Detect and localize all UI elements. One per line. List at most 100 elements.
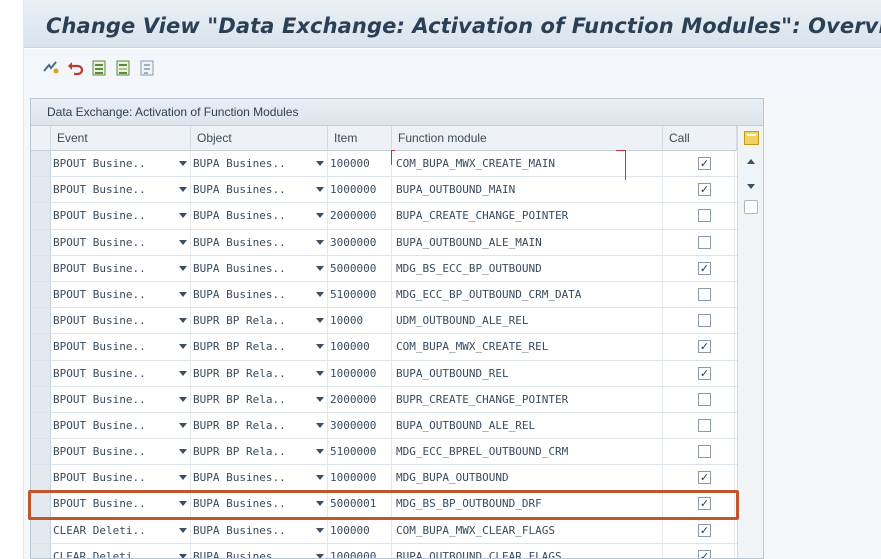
object-cell[interactable]: BUPA Busines.. bbox=[191, 203, 328, 229]
dropdown-icon[interactable] bbox=[179, 161, 187, 166]
item-cell[interactable]: 100000 bbox=[328, 517, 392, 543]
item-cell[interactable]: 5000001 bbox=[328, 491, 392, 517]
row-selector[interactable] bbox=[31, 439, 51, 465]
call-checkbox[interactable] bbox=[698, 418, 711, 432]
column-header-function-module[interactable]: Function module bbox=[392, 126, 663, 151]
dropdown-icon[interactable] bbox=[179, 318, 187, 324]
item-cell[interactable]: 1000000 bbox=[328, 360, 392, 386]
function-module-cell[interactable]: UDM_OUTBOUND_ALE_REL bbox=[392, 308, 663, 334]
function-module-cell[interactable]: BUPA_CREATE_CHANGE_POINTER bbox=[392, 203, 663, 229]
object-cell[interactable]: BUPR BP Rela.. bbox=[191, 334, 328, 360]
event-cell[interactable]: CLEAR Deleti.. bbox=[51, 543, 191, 558]
dropdown-icon[interactable] bbox=[316, 344, 324, 350]
row-selector[interactable] bbox=[31, 203, 51, 229]
dropdown-icon[interactable] bbox=[179, 501, 187, 507]
table-row[interactable]: BPOUT Busine.. BUPR BP Rela.. 3000000 BUPA_… bbox=[31, 412, 763, 440]
undo-icon[interactable] bbox=[66, 59, 84, 77]
scroll-down-icon[interactable] bbox=[747, 184, 755, 189]
function-module-cell[interactable]: MDG_ECC_BP_OUTBOUND_CRM_DATA bbox=[392, 281, 663, 308]
dropdown-icon[interactable] bbox=[179, 370, 187, 376]
dropdown-icon[interactable] bbox=[316, 396, 324, 402]
object-cell[interactable]: BUPA Busines.. bbox=[191, 177, 328, 203]
row-selector[interactable] bbox=[31, 334, 51, 360]
function-module-cell[interactable]: COM_BUPA_MWX_CLEAR_FLAGS bbox=[392, 517, 663, 543]
dropdown-icon[interactable] bbox=[316, 161, 324, 166]
event-cell[interactable]: BPOUT Busine.. bbox=[51, 151, 191, 177]
item-cell[interactable]: 3000000 bbox=[328, 412, 392, 439]
table-settings-icon[interactable] bbox=[744, 131, 759, 145]
dropdown-icon[interactable] bbox=[316, 370, 324, 376]
object-cell[interactable]: BUPR BP Rela.. bbox=[191, 308, 328, 334]
call-checkbox[interactable] bbox=[698, 392, 711, 406]
row-selector[interactable] bbox=[31, 517, 51, 543]
event-cell[interactable]: BPOUT Busine.. bbox=[51, 491, 191, 517]
object-cell[interactable]: BUPR BP Rela.. bbox=[191, 360, 328, 386]
row-selector[interactable] bbox=[31, 308, 51, 334]
dropdown-icon[interactable] bbox=[179, 344, 187, 350]
table-row[interactable]: CLEAR Deleti.. BUPA Busines.. 100000 COM_BU… bbox=[31, 517, 763, 544]
dropdown-icon[interactable] bbox=[316, 422, 324, 428]
function-module-cell[interactable]: BUPA_OUTBOUND_ALE_REL bbox=[392, 412, 663, 439]
table-row[interactable]: BPOUT Busine.. BUPA Busines.. 100000 COM_BU… bbox=[31, 151, 763, 178]
item-cell[interactable]: 100000 bbox=[328, 334, 392, 360]
column-header-item[interactable]: Item bbox=[328, 126, 392, 151]
table-row[interactable]: BPOUT Busine.. BUPA Busines.. 2000000 BUPA_… bbox=[31, 203, 763, 230]
dropdown-icon[interactable] bbox=[179, 527, 187, 533]
object-cell[interactable]: BUPA Busines.. bbox=[191, 255, 328, 281]
dropdown-icon[interactable] bbox=[179, 553, 187, 558]
row-selector[interactable] bbox=[31, 465, 51, 491]
event-cell[interactable]: BPOUT Busine.. bbox=[51, 255, 191, 281]
item-cell[interactable]: 10000 bbox=[328, 308, 392, 334]
row-selector[interactable] bbox=[31, 177, 51, 203]
table-row[interactable]: BPOUT Busine.. BUPA Busines.. 1000000 MDG_B… bbox=[31, 465, 763, 492]
scroll-up-icon[interactable] bbox=[747, 159, 755, 164]
call-checkbox[interactable] bbox=[698, 314, 711, 328]
call-checkbox[interactable]: ✓ bbox=[698, 497, 711, 511]
table-row[interactable]: CLEAR Deleti.. BUPA Busines.. 1000000 BUPA_… bbox=[31, 543, 763, 558]
row-selector[interactable] bbox=[31, 491, 51, 517]
function-module-cell[interactable]: BUPA_OUTBOUND_MAIN bbox=[392, 177, 663, 203]
item-cell[interactable]: 1000000 bbox=[328, 465, 392, 491]
dropdown-icon[interactable] bbox=[179, 449, 187, 455]
dropdown-icon[interactable] bbox=[316, 318, 324, 324]
function-module-cell[interactable]: BUPR_CREATE_CHANGE_POINTER bbox=[392, 386, 663, 412]
scroll-thumb[interactable] bbox=[744, 200, 758, 214]
object-cell[interactable]: BUPA Busines.. bbox=[191, 465, 328, 491]
other-entry-icon[interactable] bbox=[42, 59, 60, 77]
vertical-scrollbar[interactable] bbox=[737, 126, 763, 558]
item-cell[interactable]: 100000 bbox=[328, 151, 392, 177]
dropdown-icon[interactable] bbox=[316, 291, 324, 297]
call-checkbox[interactable]: ✓ bbox=[698, 157, 711, 170]
dropdown-icon[interactable] bbox=[316, 239, 324, 245]
select-all-cell[interactable] bbox=[31, 126, 51, 151]
event-cell[interactable]: BPOUT Busine.. bbox=[51, 412, 191, 439]
dropdown-icon[interactable] bbox=[179, 187, 187, 193]
select-block-icon[interactable] bbox=[115, 59, 133, 77]
dropdown-icon[interactable] bbox=[179, 213, 187, 219]
row-selector[interactable] bbox=[31, 229, 51, 255]
function-module-cell[interactable]: COM_BUPA_MWX_CREATE_REL bbox=[392, 334, 663, 360]
table-row[interactable]: BPOUT Busine.. BUPR BP Rela.. 1000000 BUPA_… bbox=[31, 360, 763, 387]
call-checkbox[interactable]: ✓ bbox=[698, 183, 711, 197]
table-row[interactable]: BPOUT Busine.. BUPA Busines.. 5100000 MDG_E… bbox=[31, 281, 763, 309]
call-checkbox[interactable]: ✓ bbox=[698, 340, 711, 354]
object-cell[interactable]: BUPR BP Rela.. bbox=[191, 386, 328, 412]
call-checkbox[interactable] bbox=[698, 209, 711, 223]
function-module-cell[interactable]: BUPA_OUTBOUND_CLEAR_FLAGS bbox=[392, 543, 663, 558]
call-checkbox[interactable]: ✓ bbox=[698, 366, 711, 380]
item-cell[interactable]: 1000000 bbox=[328, 177, 392, 203]
object-cell[interactable]: BUPR BP Rela.. bbox=[191, 412, 328, 439]
object-cell[interactable]: BUPR BP Rela.. bbox=[191, 439, 328, 465]
column-header-event[interactable]: Event bbox=[51, 126, 191, 151]
dropdown-icon[interactable] bbox=[179, 422, 187, 428]
row-selector[interactable] bbox=[31, 360, 51, 386]
function-module-cell[interactable]: MDG_BS_BP_OUTBOUND_DRF bbox=[392, 491, 663, 517]
table-row[interactable]: BPOUT Busine.. BUPR BP Rela.. 10000 UDM_OUT… bbox=[31, 308, 763, 335]
call-checkbox[interactable] bbox=[698, 445, 711, 459]
row-selector[interactable] bbox=[31, 386, 51, 412]
event-cell[interactable]: BPOUT Busine.. bbox=[51, 386, 191, 412]
dropdown-icon[interactable] bbox=[316, 553, 324, 558]
item-cell[interactable]: 1000000 bbox=[328, 543, 392, 558]
function-module-cell[interactable]: MDG_ECC_BPREL_OUTBOUND_CRM bbox=[392, 439, 663, 465]
row-selector[interactable] bbox=[31, 543, 51, 558]
